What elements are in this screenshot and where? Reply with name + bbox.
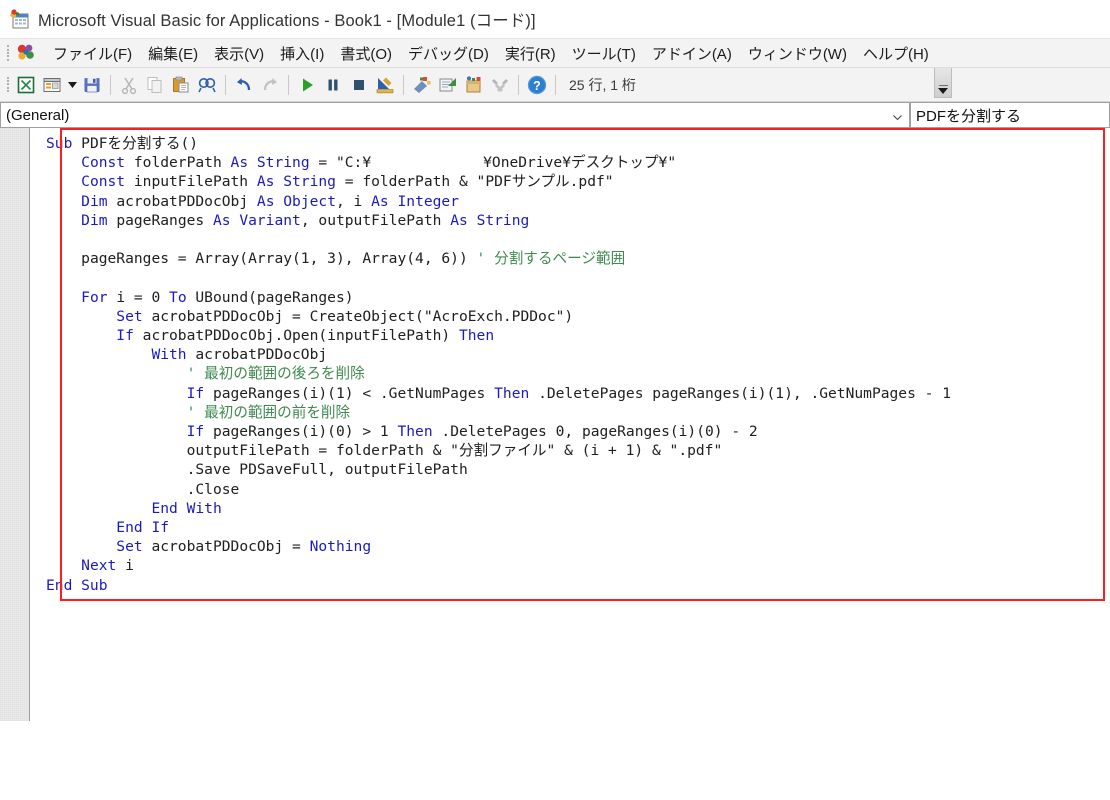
menu-debug[interactable]: デバッグ(D) [400,41,497,66]
menu-view-label: 表示(V) [214,45,265,63]
properties-window-icon[interactable] [435,72,461,98]
menu-help[interactable]: ヘルプ(H) [855,41,937,66]
toolbar-separator [403,74,404,95]
toolbar-separator [555,74,556,95]
object-combo-value: (General) [6,106,70,124]
menu-run-label: 実行(R) [504,45,556,63]
run-icon[interactable] [294,72,320,98]
menu-insert-label: 挿入(I) [280,45,325,63]
cut-icon[interactable] [116,72,142,98]
menu-file-label: ファイル(F) [53,45,133,63]
menu-edit[interactable]: 編集(E) [140,41,206,66]
toolbar-grip-handle[interactable] [4,76,11,94]
menu-edit-label: 編集(E) [148,45,199,63]
code-pane-header: (General) PDFを分割する [0,102,1110,128]
object-browser-icon[interactable] [461,72,487,98]
menu-window[interactable]: ウィンドウ(W) [740,41,855,66]
chevron-down-icon[interactable] [892,110,903,121]
view-excel-icon[interactable] [13,72,39,98]
undo-icon[interactable] [231,72,257,98]
procedure-combo[interactable]: PDFを分割する [910,102,1110,128]
menu-insert[interactable]: 挿入(I) [272,41,332,66]
save-icon[interactable] [79,72,105,98]
code-text-area[interactable]: Sub PDFを分割する() Const folderPath As Strin… [30,128,1110,721]
object-combo[interactable]: (General) [0,102,910,128]
stop-icon[interactable] [346,72,372,98]
toolbar: ? 25 行, 1 桁 [0,68,1110,102]
menu-format[interactable]: 書式(O) [332,41,400,66]
toolbar-overflow-button[interactable] [934,68,952,98]
vba-logo-icon [15,43,37,63]
code-margin-indicator-bar[interactable] [0,128,30,721]
menu-format-label: 書式(O) [340,45,392,63]
svg-text:?: ? [533,79,541,93]
design-mode-icon[interactable] [372,72,398,98]
insert-dropdown-caret-icon[interactable] [65,72,79,98]
toolbar-separator [110,74,111,95]
menu-run[interactable]: 実行(R) [497,41,564,66]
toolbox-icon[interactable] [487,72,513,98]
project-explorer-icon[interactable] [409,72,435,98]
menu-file[interactable]: ファイル(F) [45,41,140,66]
menu-debug-label: デバッグ(D) [408,45,489,63]
code-empty-region [30,601,1110,721]
toolbar-separator [288,74,289,95]
title-bar: Microsoft Visual Basic for Applications … [0,0,1110,38]
chevron-down-icon [938,88,948,94]
menu-view[interactable]: 表示(V) [206,41,272,66]
cursor-position-status: 25 行, 1 桁 [569,76,636,93]
paste-icon[interactable] [168,72,194,98]
vba-source-code[interactable]: Sub PDFを分割する() Const folderPath As Strin… [30,128,1110,595]
help-icon[interactable]: ? [524,72,550,98]
redo-icon[interactable] [257,72,283,98]
menu-tools-label: ツール(T) [571,45,636,63]
overflow-bar [938,85,948,86]
toolbar-separator [225,74,226,95]
copy-icon[interactable] [142,72,168,98]
toolbar-separator [518,74,519,95]
menu-window-label: ウィンドウ(W) [747,45,847,63]
menu-grip-handle[interactable] [4,44,11,62]
vba-app-icon [8,8,30,30]
menu-addins-label: アドイン(A) [651,45,732,63]
menu-bar: ファイル(F) 編集(E) 表示(V) 挿入(I) 書式(O) デバッグ(D) … [0,38,1110,68]
pause-icon[interactable] [320,72,346,98]
menu-tools[interactable]: ツール(T) [564,41,644,66]
insert-userform-icon[interactable] [39,72,65,98]
window-title: Microsoft Visual Basic for Applications … [38,11,536,30]
menu-addins[interactable]: アドイン(A) [644,41,740,66]
find-icon[interactable] [194,72,220,98]
code-editor-pane: Sub PDFを分割する() Const folderPath As Strin… [0,128,1110,721]
procedure-combo-value: PDFを分割する [916,107,1022,125]
menu-help-label: ヘルプ(H) [862,45,929,63]
